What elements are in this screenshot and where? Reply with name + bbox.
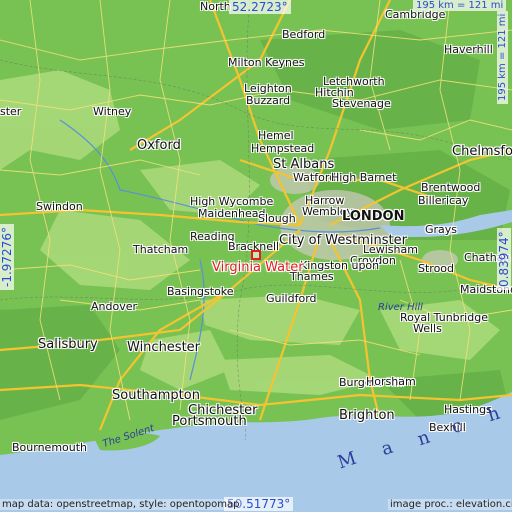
place-label-high-barnet: High Barnet	[331, 171, 397, 184]
place-label-st-albans: St Albans	[273, 157, 335, 172]
place-label-milton-keynes: Milton Keynes	[228, 56, 305, 69]
place-label-guildford: Guildford	[266, 292, 317, 305]
place-label-wells: Wells	[413, 322, 442, 335]
highlight-place-label[interactable]: Virginia Water	[212, 260, 304, 275]
place-label-billericay: Billericay	[418, 194, 469, 207]
place-label-andover: Andover	[91, 300, 138, 313]
place-label-portsmouth: Portsmouth	[172, 414, 247, 429]
coord-right: 0.83974°	[497, 228, 511, 290]
place-label-maidenhead: Maidenhead	[198, 207, 266, 220]
place-label-haverhill: Haverhill	[444, 43, 493, 56]
coord-left: -1.97276°	[0, 224, 14, 290]
place-label-basingstoke: Basingstoke	[167, 285, 234, 298]
place-label-hempstead: Hempstead	[251, 142, 315, 155]
attribution-map-data: map data: openstreetmap, style: opentopo…	[0, 499, 242, 510]
place-label-slough: Slough	[258, 212, 296, 225]
place-label-swindon: Swindon	[36, 200, 83, 213]
place-label-buzzard: Buzzard	[246, 94, 291, 107]
place-label-oxford: Oxford	[137, 138, 181, 153]
location-marker[interactable]	[251, 250, 261, 260]
place-label-brighton: Brighton	[339, 408, 395, 423]
place-label-left-edge: ster	[0, 105, 22, 118]
place-label-watford: Watford	[293, 171, 337, 184]
place-label-brentwood: Brentwood	[421, 181, 481, 194]
place-label-witney: Witney	[93, 105, 132, 118]
place-label-stevenage: Stevenage	[332, 97, 391, 110]
place-label-strood: Strood	[418, 262, 455, 275]
place-label-thatcham: Thatcham	[133, 243, 189, 256]
place-label-high-wycombe: High Wycombe	[190, 195, 274, 208]
place-label-winchester: Winchester	[127, 340, 201, 355]
place-label-southampton: Southampton	[112, 388, 200, 403]
place-label-bedford: Bedford	[282, 28, 326, 41]
place-label-horsham: Horsham	[366, 375, 416, 388]
place-label-grays: Grays	[425, 223, 458, 236]
place-label-salisbury: Salisbury	[38, 337, 98, 352]
place-label-chelmsford: Chelmsford	[452, 144, 512, 159]
place-label-london: LONDON	[342, 209, 405, 224]
coord-top: 52.2723°	[229, 0, 291, 14]
place-label-leighton: Leighton	[244, 82, 292, 95]
place-label-bournemouth: Bournemouth	[12, 441, 88, 454]
place-label-northampton: North	[200, 0, 231, 13]
attribution-image-processing: image proc.: elevation.city	[388, 499, 512, 510]
map-view[interactable]: North Bedford Cambridge Haverhill Milton…	[0, 0, 512, 512]
scale-bar-top: 195 km = 121 mi	[413, 0, 507, 11]
place-label-hemel: Hemel	[258, 129, 294, 142]
scale-bar-right: 195 km = 121 mi	[497, 10, 508, 104]
